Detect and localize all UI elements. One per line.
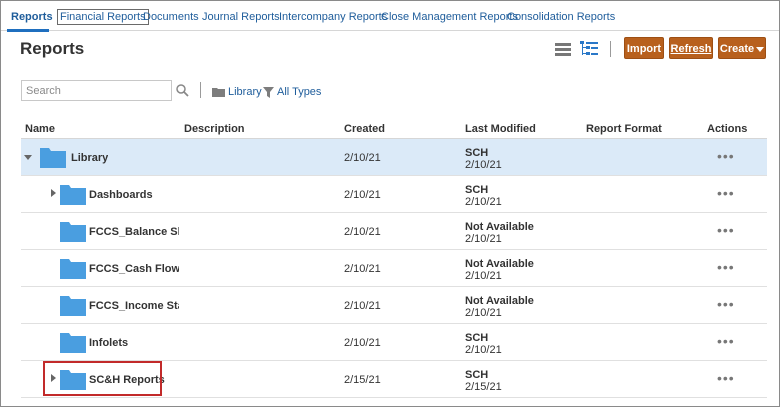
tab-bar: Reports Financial Reports Documents Jour… [1, 1, 779, 32]
folder-filter-label: Library [228, 86, 262, 98]
row-modified-by: SCH [465, 332, 489, 344]
tree-view-icon[interactable] [580, 41, 598, 57]
refresh-button[interactable]: Refresh [669, 37, 713, 59]
table-header: Name Description Created Last Modified R… [21, 117, 767, 139]
create-button[interactable]: Create [718, 37, 766, 59]
tab-close-management-reports[interactable]: Close Management Reports [381, 10, 518, 26]
row-modified-date: 2/10/21 [465, 307, 502, 319]
folder-icon [60, 259, 86, 279]
folder-icon [60, 185, 86, 205]
more-actions-icon[interactable]: ••• [717, 186, 735, 200]
row-created: 2/15/21 [344, 374, 381, 386]
more-actions-icon[interactable]: ••• [717, 297, 735, 311]
more-actions-icon[interactable]: ••• [717, 371, 735, 385]
table-row[interactable]: Infolets 2/10/21 SCH 2/10/21 ••• [21, 324, 767, 361]
row-modified-by: SCH [465, 184, 489, 196]
row-modified-by: Not Available [465, 221, 534, 233]
folder-filter[interactable]: Library [212, 85, 262, 99]
row-name[interactable]: Infolets [89, 337, 128, 349]
row-modified-date: 2/10/21 [465, 344, 502, 356]
more-actions-icon[interactable]: ••• [717, 334, 735, 348]
tab-intercompany-reports[interactable]: Intercompany Reports [279, 10, 387, 26]
row-name[interactable]: FCCS_Cash Flow [89, 263, 179, 275]
column-header-last-modified[interactable]: Last Modified [465, 123, 536, 135]
create-button-label: Create [719, 43, 755, 55]
row-modified-date: 2/10/21 [465, 196, 502, 208]
row-created: 2/10/21 [344, 263, 381, 275]
row-modified-by: SCH [465, 147, 489, 159]
expand-icon[interactable] [51, 189, 56, 197]
column-header-name[interactable]: Name [25, 123, 55, 135]
row-created: 2/10/21 [344, 300, 381, 312]
table-row[interactable]: Dashboards 2/10/21 SCH 2/10/21 ••• [21, 176, 767, 213]
folder-icon [212, 88, 225, 97]
page-title: Reports [20, 39, 85, 58]
tab-reports[interactable]: Reports [11, 10, 53, 26]
row-modified-date: 2/15/21 [465, 381, 502, 393]
row-modified-by: Not Available [465, 295, 534, 307]
type-filter[interactable]: All Types [263, 85, 321, 99]
more-actions-icon[interactable]: ••• [717, 260, 735, 274]
row-created: 2/10/21 [344, 189, 381, 201]
folder-icon [60, 296, 86, 316]
column-header-description[interactable]: Description [184, 123, 245, 135]
row-modified-date: 2/10/21 [465, 270, 502, 282]
row-name[interactable]: Dashboards [89, 189, 153, 201]
row-name[interactable]: FCCS_Income Stater [89, 300, 179, 312]
column-header-actions: Actions [707, 123, 748, 135]
row-created: 2/10/21 [344, 226, 381, 238]
tab-documents[interactable]: Documents [143, 10, 199, 26]
import-button[interactable]: Import [624, 37, 664, 59]
caret-down-icon [756, 46, 765, 52]
highlight-annotation [43, 361, 162, 396]
row-name[interactable]: FCCS_Balance Shee [89, 226, 179, 238]
folder-icon [60, 333, 86, 353]
filter-icon [263, 86, 274, 98]
app-window: Reports Financial Reports Documents Jour… [0, 0, 780, 407]
tab-financial-reports[interactable]: Financial Reports [57, 9, 149, 25]
more-actions-icon[interactable]: ••• [717, 223, 735, 237]
more-actions-icon[interactable]: ••• [717, 149, 735, 163]
table-row[interactable]: FCCS_Cash Flow 2/10/21 Not Available 2/1… [21, 250, 767, 287]
filter-divider [200, 82, 201, 98]
row-modified-date: 2/10/21 [465, 233, 502, 245]
type-filter-label: All Types [277, 86, 322, 98]
search-input[interactable] [21, 80, 172, 101]
row-modified-by: SCH [465, 369, 489, 381]
collapse-icon[interactable] [24, 155, 32, 160]
row-modified-by: Not Available [465, 258, 534, 270]
search-icon[interactable] [176, 84, 189, 97]
row-modified-date: 2/10/21 [465, 159, 502, 171]
table-row[interactable]: FCCS_Balance Shee 2/10/21 Not Available … [21, 213, 767, 250]
table-row[interactable]: Library 2/10/21 SCH 2/10/21 ••• [21, 139, 767, 176]
reports-table: Name Description Created Last Modified R… [21, 117, 767, 398]
tab-consolidation-reports[interactable]: Consolidation Reports [507, 10, 615, 26]
row-created: 2/10/21 [344, 337, 381, 349]
tab-journal-reports[interactable]: Journal Reports [202, 10, 280, 26]
toolbar-divider [610, 41, 611, 57]
folder-icon [60, 222, 86, 242]
table-row[interactable]: FCCS_Income Stater 2/10/21 Not Available… [21, 287, 767, 324]
folder-icon [40, 148, 66, 168]
row-created: 2/10/21 [344, 152, 381, 164]
active-tab-indicator [7, 29, 49, 32]
column-header-created[interactable]: Created [344, 123, 385, 135]
column-header-report-format[interactable]: Report Format [586, 123, 662, 135]
list-view-icon[interactable] [555, 43, 571, 56]
row-name[interactable]: Library [71, 152, 108, 164]
